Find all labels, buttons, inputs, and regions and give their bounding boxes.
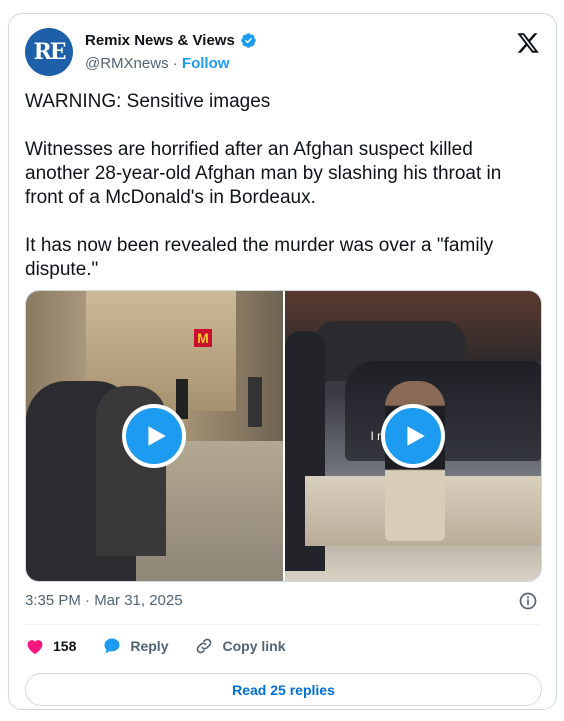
video-thumbnail-left[interactable]: M [26,291,283,581]
follow-link[interactable]: Follow [182,55,230,72]
copy-link-button[interactable]: Copy link [194,636,286,656]
divider [25,624,540,625]
mcdonalds-sign: M [194,329,212,347]
reply-button[interactable]: Reply [102,636,168,656]
author-name-row: Remix News & Views [85,32,257,49]
tweet-card: RE Remix News & Views @RMXnews · Follow … [8,13,557,710]
like-button[interactable]: 158 [25,636,76,656]
link-icon [197,638,212,654]
reply-label: Reply [130,638,169,654]
person-figure [248,377,262,427]
verified-badge-icon [240,32,257,49]
tweet-text-warning: WARNING: Sensitive images [25,91,271,112]
like-count: 158 [53,638,77,654]
play-icon [148,426,166,446]
separator-dot: · [172,55,178,72]
read-replies-button[interactable]: Read 25 replies [25,673,542,706]
copy-link-label: Copy link [222,638,286,654]
action-bar: 158 Reply Copy link [25,634,312,658]
author-handle-row: @RMXnews · Follow [85,55,229,72]
author-display-name[interactable]: Remix News & Views [85,32,235,49]
play-icon [407,426,425,446]
info-icon[interactable] [518,591,538,611]
tweet-text-context: It has now been revealed the murder was … [25,235,494,280]
media-grid: M I n [25,290,542,582]
person-figure [176,379,188,419]
tweet-timestamp[interactable]: 3:35 PM · Mar 31, 2025 [25,592,183,609]
avatar[interactable]: RE [25,28,73,76]
tweet-text-body: Witnesses are horrified after an Afghan … [25,139,502,208]
author-handle[interactable]: @RMXnews [85,55,169,72]
play-button[interactable] [122,404,187,468]
x-logo-icon[interactable] [516,31,540,55]
heart-icon [27,640,43,654]
reply-bubble-icon [104,638,120,654]
play-button[interactable] [380,404,445,468]
video-thumbnail-right[interactable]: I n [284,291,541,581]
